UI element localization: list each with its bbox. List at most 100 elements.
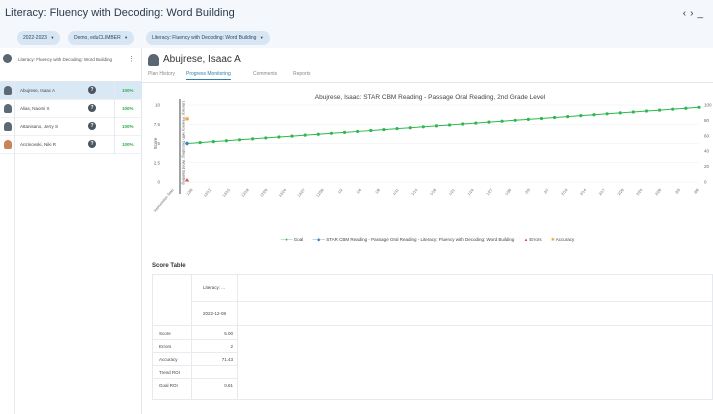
x-tick-label: 1/18: [429, 188, 437, 196]
x-tick-label: 12/15: [222, 188, 231, 198]
student-percent: 100%: [122, 88, 134, 93]
row-value: 0.61: [224, 383, 233, 388]
goal-point: [526, 117, 530, 121]
legend-goal-label: Goal: [293, 237, 304, 242]
person-icon: [4, 86, 12, 95]
progress-chart: Abujrese, Isaac: STAR CBM Reading - Pass…: [148, 85, 713, 255]
help-icon[interactable]: ?: [88, 122, 96, 130]
table-divider: [153, 339, 237, 340]
goal-point: [500, 119, 504, 123]
goal-point: [211, 140, 215, 144]
right-tick-label: 100: [704, 103, 712, 108]
tab-reports[interactable]: Reports: [293, 71, 311, 77]
x-tick-label: 2/17: [598, 188, 606, 196]
goal-point: [277, 135, 281, 139]
legend-goal[interactable]: —●— Goal: [281, 237, 304, 242]
goal-point: [237, 138, 242, 142]
school-dropdown[interactable]: Demo, eduCLIMBER ▼: [68, 31, 135, 45]
student-row[interactable]: Anzinovski, Niki R ? 100%: [0, 136, 142, 154]
goal-point: [329, 131, 334, 135]
goal-point: [447, 123, 452, 127]
right-tick-label: 80: [704, 118, 710, 123]
student-row[interactable]: Attanisano, Jerry S ? 100%: [0, 118, 142, 136]
student-sidebar: Literacy: Fluency with Decoding: Word Bu…: [0, 48, 142, 414]
column-date: 2022-12-08: [203, 311, 227, 316]
x-tick-label: 2/24: [636, 188, 644, 196]
app-window: Literacy: Fluency with Decoding: Word Bu…: [0, 0, 713, 414]
goal-point: [303, 133, 307, 137]
row-label: Goal ROI: [159, 383, 178, 388]
student-name: Abujrese, Isaac A: [20, 88, 56, 93]
goal-point: [251, 137, 255, 141]
prev-arrow-icon[interactable]: ‹: [683, 8, 690, 19]
x-tick-label: 1/30: [504, 188, 512, 196]
table-divider: [191, 275, 192, 399]
table-divider: [153, 352, 237, 353]
person-icon: [4, 104, 12, 113]
row-value: 5.00: [224, 331, 233, 336]
student-percent: 100%: [122, 142, 134, 147]
more-options-icon[interactable]: ⋮: [128, 55, 135, 63]
window-nav: ‹›_: [683, 8, 707, 19]
x-tick-label: 1/11: [392, 188, 400, 196]
x-tick-label: 2/28: [654, 188, 662, 196]
year-value: 2022-2023: [23, 35, 47, 41]
y-tick-label: 0: [157, 180, 160, 185]
legend-accuracy-label: Accuracy: [555, 237, 575, 242]
year-dropdown[interactable]: 2022-2023 ▼: [17, 31, 61, 45]
y-axis-label: Score: [153, 137, 158, 149]
legend-errors[interactable]: ▲ Errors: [524, 237, 542, 242]
x-tick-label: 1/24: [467, 188, 475, 196]
student-detail-panel: Abujrese, Isaac A Plan History Progress …: [142, 48, 713, 414]
person-icon: [4, 122, 12, 131]
row-label: Accuracy: [159, 357, 178, 362]
table-divider: [153, 325, 712, 326]
x-tick-label: 12/27: [297, 188, 306, 198]
goal-point: [618, 111, 622, 115]
x-tick-label: 12/24: [278, 188, 287, 198]
x-tick-label: Intervention Start: [153, 187, 175, 212]
legend-star[interactable]: —◆— STAR CBM Reading - Passage Oral Read…: [313, 237, 515, 242]
x-tick-label: 12/8: [186, 188, 194, 196]
goal-point: [421, 125, 425, 129]
goal-point: [579, 114, 583, 118]
row-value: 71.43: [221, 357, 233, 362]
right-tick-label: 20: [704, 164, 710, 169]
student-row[interactable]: Abujrese, Isaac A ? 100%: [0, 82, 142, 100]
student-row[interactable]: Alias, Naomi X ? 100%: [0, 100, 142, 118]
goal-point: [369, 128, 373, 133]
tab-plan-history[interactable]: Plan History: [148, 71, 175, 77]
table-divider: [153, 365, 237, 366]
sidebar-divider: [14, 82, 15, 414]
chevron-down-icon: ▼: [124, 35, 129, 40]
sidebar-divider: [114, 82, 115, 154]
help-icon[interactable]: ?: [88, 140, 96, 148]
legend-star-label: STAR CBM Reading - Passage Oral Reading …: [326, 237, 515, 242]
x-tick-label: 3/3: [675, 188, 681, 195]
goal-point: [290, 134, 294, 138]
goal-point: [684, 106, 688, 110]
legend-accuracy[interactable]: ✱ Accuracy: [551, 237, 574, 242]
goal-point: [316, 132, 320, 136]
student-percent: 100%: [122, 124, 134, 129]
goal-point: [224, 139, 228, 143]
table-divider: [153, 378, 237, 379]
tab-comments[interactable]: Comments: [253, 71, 277, 77]
goal-point: [461, 122, 465, 126]
minimize-icon[interactable]: _: [697, 8, 707, 19]
chevron-down-icon: ▼: [50, 35, 55, 40]
goal-point: [198, 140, 202, 145]
tab-progress-monitoring[interactable]: Progress Monitoring: [186, 71, 231, 80]
goal-point: [395, 127, 399, 131]
chevron-down-icon: ▼: [259, 35, 264, 40]
goal-point: [382, 127, 386, 132]
filter-bar: 2022-2023 ▼ Demo, eduCLIMBER ▼ Literacy:…: [0, 28, 713, 48]
chart-title: Abujrese, Isaac: STAR CBM Reading - Pass…: [315, 94, 546, 101]
intervention-dropdown[interactable]: Literacy: Fluency with Decoding: Word Bu…: [146, 31, 270, 45]
help-icon[interactable]: ?: [88, 104, 96, 112]
x-tick-label: 1/27: [486, 188, 494, 196]
x-tick-label: 12/18: [241, 188, 250, 198]
help-icon[interactable]: ?: [88, 86, 96, 94]
goal-point: [631, 110, 635, 114]
x-tick-label: 2/3: [525, 188, 531, 195]
